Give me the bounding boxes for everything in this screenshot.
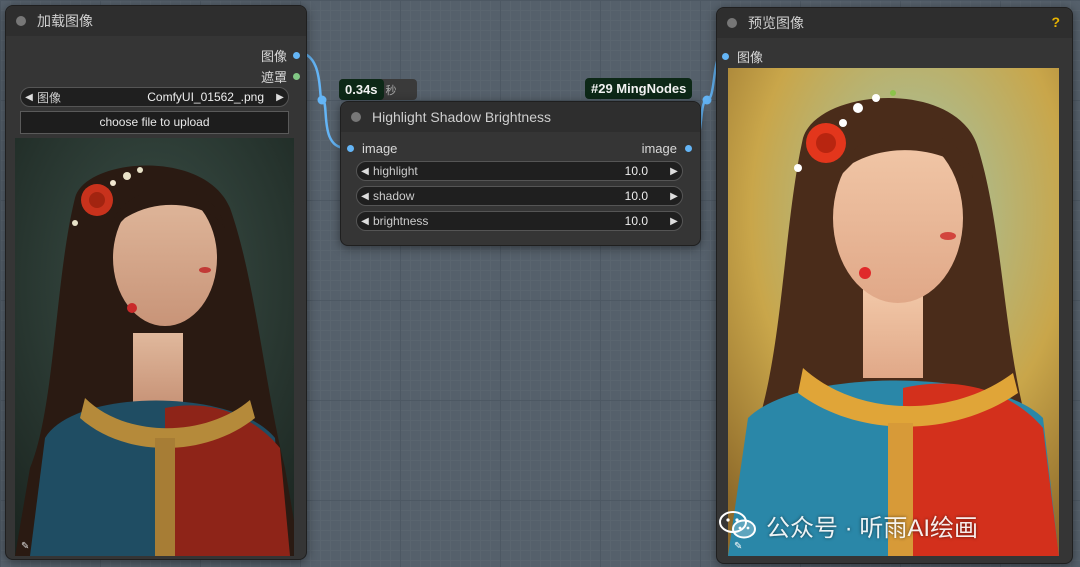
widget-value: ComfyUI_01562_.png	[147, 90, 264, 104]
input-slot-image[interactable]: image	[347, 141, 397, 156]
watermark: 公众号 · 听雨AI绘画	[718, 505, 1058, 545]
highlight-widget[interactable]: ◀ highlight 10.0 ▶	[356, 161, 683, 181]
input-label: image	[362, 141, 398, 156]
arrow-left-icon[interactable]: ◀	[357, 191, 373, 202]
image-slot-icon[interactable]	[685, 145, 692, 152]
output-label: 图像	[260, 49, 287, 64]
brightness-widget[interactable]: ◀ brightness 10.0 ▶	[356, 211, 683, 231]
input-label: 图像	[737, 50, 764, 65]
wechat-icon	[719, 511, 756, 539]
link-midpoint	[317, 95, 327, 105]
widget-value: 10.0	[624, 214, 648, 228]
mask-slot-icon[interactable]	[293, 73, 300, 80]
arrow-left-icon[interactable]: ◀	[357, 166, 373, 177]
widget-value: 10.0	[624, 189, 648, 203]
time-suffix: 秒	[385, 85, 397, 97]
watermark-text: 公众号 · 听雨AI绘画	[766, 514, 979, 542]
output-slot-image[interactable]: 图像	[261, 46, 300, 65]
widget-value: 10.0	[624, 164, 648, 178]
output-slot-image[interactable]: image	[642, 141, 692, 156]
collapse-dot-icon[interactable]	[727, 18, 737, 28]
highlight-shadow-brightness-node[interactable]: Highlight Shadow Brightness image image …	[340, 101, 701, 246]
loaded-image-thumbnail: ✎	[15, 138, 294, 556]
execution-time-badge: 0.34s 秒	[339, 79, 417, 100]
arrow-right-icon[interactable]: ▶	[666, 191, 682, 202]
corner-logo-icon: ✎	[21, 541, 30, 552]
node-title: Highlight Shadow Brightness	[372, 109, 551, 125]
arrow-left-icon[interactable]: ◀	[357, 216, 373, 227]
widget-label: 图像	[37, 90, 62, 105]
preview-image: ✎	[728, 68, 1059, 556]
node-header[interactable]: 预览图像 ?	[717, 8, 1072, 38]
widget-label: shadow	[373, 189, 415, 203]
node-header[interactable]: 加载图像	[6, 6, 306, 36]
arrow-right-icon[interactable]: ▶	[272, 92, 288, 103]
output-label: image	[641, 141, 677, 156]
output-slot-mask[interactable]: 遮罩	[261, 67, 300, 86]
collapse-dot-icon[interactable]	[16, 16, 26, 26]
node-title: 加载图像	[37, 13, 93, 29]
node-id-badge: #29 MingNodes	[585, 78, 693, 99]
arrow-left-icon[interactable]: ◀	[21, 92, 37, 103]
upload-button[interactable]: choose file to upload	[20, 111, 289, 134]
node-header[interactable]: Highlight Shadow Brightness	[341, 102, 700, 132]
input-slot-image[interactable]: 图像	[722, 47, 763, 66]
output-label: 遮罩	[260, 70, 287, 85]
image-slot-icon[interactable]	[722, 53, 729, 60]
widget-label: brightness	[373, 214, 429, 228]
help-icon[interactable]: ?	[1051, 14, 1060, 30]
load-image-node[interactable]: 加载图像 图像 遮罩 ◀ 图像 ComfyUI_01562_.png ▶ cho…	[5, 5, 307, 560]
node-title: 预览图像	[748, 15, 804, 31]
image-slot-icon[interactable]	[347, 145, 354, 152]
image-combo-widget[interactable]: ◀ 图像 ComfyUI_01562_.png ▶	[20, 87, 289, 107]
shadow-widget[interactable]: ◀ shadow 10.0 ▶	[356, 186, 683, 206]
preview-image-node[interactable]: 预览图像 ? 图像 ✎	[716, 7, 1073, 564]
arrow-right-icon[interactable]: ▶	[666, 166, 682, 177]
link-midpoint	[702, 95, 712, 105]
widget-label: highlight	[373, 164, 418, 178]
image-slot-icon[interactable]	[293, 52, 300, 59]
arrow-right-icon[interactable]: ▶	[666, 216, 682, 227]
collapse-dot-icon[interactable]	[351, 112, 361, 122]
